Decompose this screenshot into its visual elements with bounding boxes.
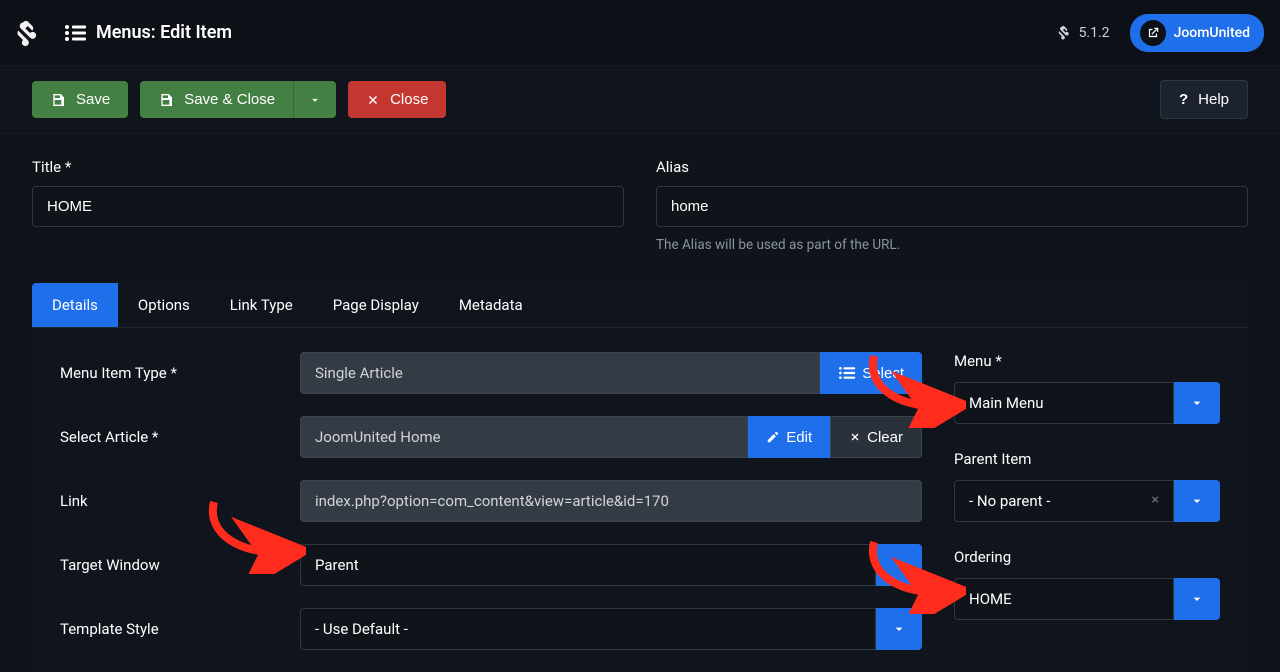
link-label: Link [60, 492, 300, 510]
title-label: Title * [32, 158, 624, 176]
external-link-icon [1140, 20, 1166, 46]
menu-select[interactable]: Main Menu [954, 382, 1220, 424]
chevron-down-icon [1189, 493, 1205, 509]
version-badge: 5.1.2 [1058, 25, 1110, 41]
template-style-toggle[interactable] [876, 608, 922, 650]
link-field: index.php?option=com_content&view=articl… [300, 480, 922, 522]
chevron-down-icon [891, 557, 907, 573]
parent-item-select[interactable]: - No parent -× [954, 480, 1220, 522]
alias-input[interactable] [656, 186, 1248, 227]
ordering-toggle[interactable] [1174, 578, 1220, 620]
alias-label: Alias [656, 158, 1248, 176]
article-clear-button[interactable]: Clear [830, 416, 922, 458]
target-window-label: Target Window [60, 556, 300, 574]
close-icon [849, 431, 861, 443]
parent-item-label: Parent Item [954, 450, 1220, 468]
tab-details[interactable]: Details [32, 283, 118, 327]
save-close-button[interactable]: Save & Close [140, 81, 293, 118]
ordering-select[interactable]: HOME [954, 578, 1220, 620]
target-window-toggle[interactable] [876, 544, 922, 586]
site-link-button[interactable]: JoomUnited [1130, 14, 1264, 52]
select-article-label: Select Article * [60, 428, 300, 446]
help-button[interactable]: ? Help [1160, 80, 1248, 119]
title-input[interactable] [32, 186, 624, 227]
list-icon [64, 24, 86, 42]
chevron-down-icon [308, 93, 322, 107]
tab-options[interactable]: Options [118, 283, 210, 327]
chevron-down-icon [891, 621, 907, 637]
chevron-down-icon [1189, 591, 1205, 607]
alias-help-text: The Alias will be used as part of the UR… [656, 237, 1248, 253]
target-window-select[interactable]: Parent [300, 544, 922, 586]
tab-page-display[interactable]: Page Display [313, 283, 439, 327]
template-style-select[interactable]: - Use Default - [300, 608, 922, 650]
chevron-down-icon [1189, 395, 1205, 411]
save-button[interactable]: Save [32, 81, 128, 118]
save-icon [50, 92, 66, 108]
close-icon [366, 93, 380, 107]
menu-label: Menu * [954, 352, 1220, 370]
parent-item-clear[interactable]: × [1152, 492, 1159, 508]
ordering-label: Ordering [954, 548, 1220, 566]
joomla-logo-icon [16, 19, 44, 47]
tab-metadata[interactable]: Metadata [439, 283, 543, 327]
save-icon [158, 92, 174, 108]
template-style-label: Template Style [60, 620, 300, 638]
save-dropdown-toggle[interactable] [293, 81, 336, 118]
menu-select-toggle[interactable] [1174, 382, 1220, 424]
menu-item-type-select-button[interactable]: Select [820, 352, 922, 394]
parent-item-toggle[interactable] [1174, 480, 1220, 522]
pencil-icon [766, 430, 780, 444]
tab-link-type[interactable]: Link Type [210, 283, 313, 327]
page-title: Menus: Edit Item [96, 22, 232, 43]
menu-item-type-field: Single Article [300, 352, 820, 394]
article-edit-button[interactable]: Edit [748, 416, 830, 458]
question-icon: ? [1179, 91, 1188, 108]
list-icon [838, 366, 856, 380]
menu-item-type-label: Menu Item Type * [60, 364, 300, 382]
select-article-field: JoomUnited Home [300, 416, 748, 458]
close-button[interactable]: Close [348, 81, 446, 118]
